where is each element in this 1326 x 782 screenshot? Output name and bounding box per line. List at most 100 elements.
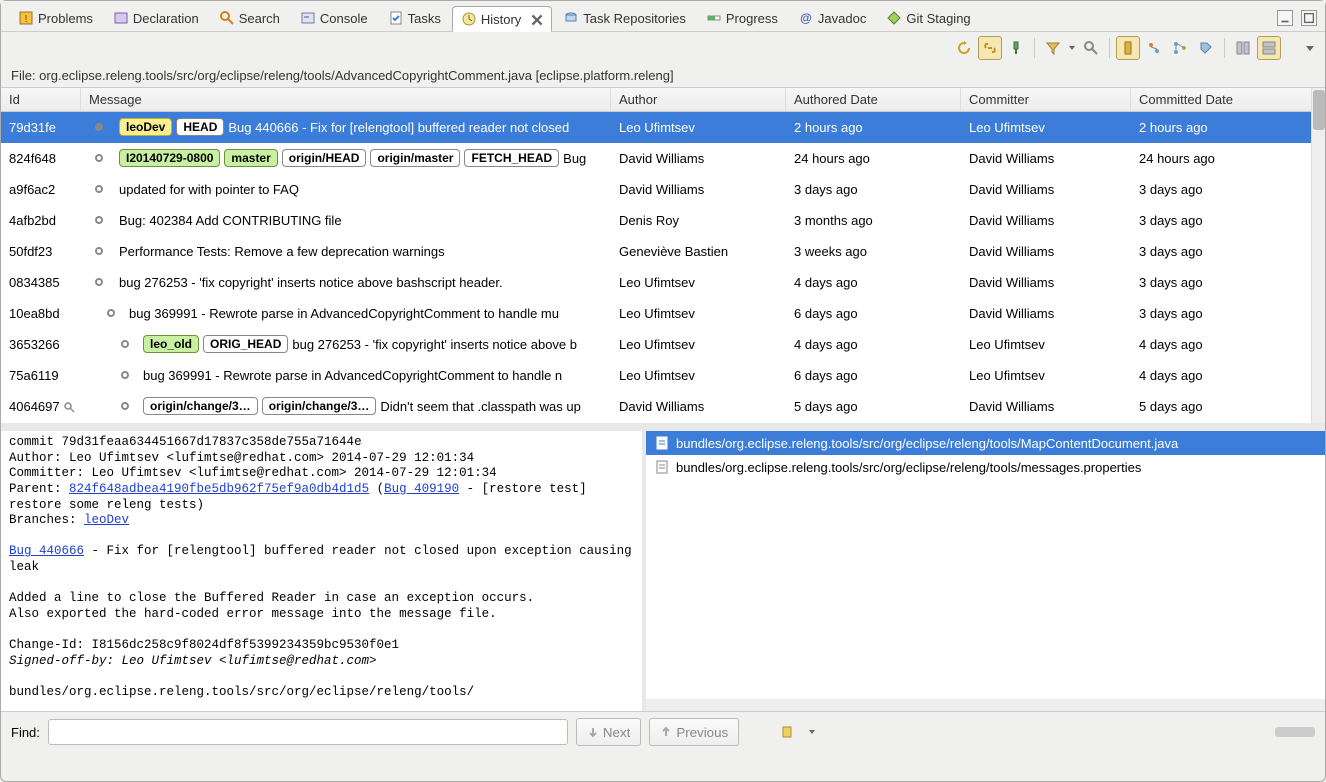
- ref-tag[interactable]: origin/HEAD: [282, 149, 367, 167]
- cell-committer: David Williams: [961, 399, 1131, 414]
- ref-tag[interactable]: leoDev: [119, 118, 172, 136]
- commit-id: 4afb2bd: [1, 213, 81, 228]
- find-input[interactable]: [48, 719, 568, 745]
- show-all-branches-button[interactable]: [1116, 36, 1140, 60]
- cell-committer: Leo Ufimtsev: [961, 368, 1131, 383]
- ref-tag[interactable]: HEAD: [176, 118, 224, 136]
- show-tags-button[interactable]: [1194, 36, 1218, 60]
- table-row[interactable]: 3653266leo_oldORIG_HEAD bug 276253 - 'fi…: [1, 329, 1325, 360]
- cell-adate: 3 months ago: [786, 213, 961, 228]
- cell-author: David Williams: [611, 182, 786, 197]
- compare-mode-button[interactable]: [1142, 36, 1166, 60]
- tab-tasks[interactable]: Tasks: [379, 5, 450, 31]
- changed-files-list: bundles/org.eclipse.releng.tools/src/org…: [646, 431, 1325, 711]
- commit-id: 0834385: [1, 275, 81, 290]
- console-icon: [300, 10, 316, 26]
- col-id[interactable]: Id: [1, 88, 81, 111]
- col-committed-date[interactable]: Committed Date: [1131, 88, 1325, 111]
- col-author[interactable]: Author: [611, 88, 786, 111]
- tab-progress[interactable]: Progress: [697, 5, 787, 31]
- tab-declaration[interactable]: Declaration: [104, 5, 208, 31]
- maximize-view-button[interactable]: [1301, 10, 1317, 26]
- table-row[interactable]: 4afb2bd Bug: 402384 Add CONTRIBUTING fil…: [1, 205, 1325, 236]
- cell-author: Leo Ufimtsev: [611, 275, 786, 290]
- pin-button[interactable]: [1004, 36, 1028, 60]
- tab-history[interactable]: History: [452, 6, 552, 32]
- commit-message-cell: updated for with pointer to FAQ: [81, 182, 611, 197]
- table-row[interactable]: a9f6ac2 updated for with pointer to FAQD…: [1, 174, 1325, 205]
- commit-detail[interactable]: commit 79d31feaa634451667d17837c358de755…: [1, 431, 646, 711]
- commit-message-cell: Performance Tests: Remove a few deprecat…: [81, 244, 611, 259]
- show-branches-button[interactable]: [1168, 36, 1192, 60]
- changed-file-row[interactable]: bundles/org.eclipse.releng.tools/src/org…: [646, 455, 1325, 479]
- changed-file-row[interactable]: bundles/org.eclipse.releng.tools/src/org…: [646, 431, 1325, 455]
- commit-message-cell: I20140729-0800master origin/HEADorigin/ma…: [81, 149, 611, 167]
- find-next-button[interactable]: Next: [576, 718, 641, 746]
- tab-label: Tasks: [408, 11, 441, 26]
- toolbar-extra-dropdown[interactable]: [807, 720, 817, 744]
- commit-message: updated for with pointer to FAQ: [119, 182, 299, 197]
- minimize-view-button[interactable]: [1277, 10, 1293, 26]
- ref-tag[interactable]: master: [224, 149, 277, 167]
- table-row[interactable]: 10ea8bd bug 369991 - Rewrote parse in Ad…: [1, 298, 1325, 329]
- tab-task-repositories[interactable]: Task Repositories: [554, 5, 695, 31]
- cell-committer: David Williams: [961, 151, 1131, 166]
- tab-console[interactable]: Console: [291, 5, 377, 31]
- ref-tag[interactable]: origin/change/3…: [143, 397, 258, 415]
- parent-bug-link[interactable]: Bug 409190: [384, 482, 459, 496]
- bug-link[interactable]: Bug 440666: [9, 544, 84, 558]
- layout-vertical-button[interactable]: [1231, 36, 1255, 60]
- ref-tag[interactable]: I20140729-0800: [119, 149, 220, 167]
- table-row[interactable]: 824f648 I20140729-0800master origin/HEADor…: [1, 143, 1325, 174]
- ref-tag[interactable]: leo_old: [143, 335, 199, 353]
- tab-git-staging[interactable]: Git Staging: [877, 5, 979, 31]
- filter-button[interactable]: [1041, 36, 1065, 60]
- commit-id: 3653266: [1, 337, 81, 352]
- refresh-button[interactable]: [952, 36, 976, 60]
- branch-link[interactable]: leoDev: [84, 513, 129, 527]
- cell-cdate: 3 days ago: [1131, 244, 1325, 259]
- toolbar-extra-button[interactable]: [775, 720, 799, 744]
- tab-problems[interactable]: !Problems: [9, 5, 102, 31]
- table-row[interactable]: 75a6119 bug 369991 - Rewrote parse in Ad…: [1, 360, 1325, 391]
- ref-tag[interactable]: origin/change/3…: [262, 397, 377, 415]
- close-icon[interactable]: [529, 12, 543, 26]
- file-path: org.eclipse.releng.tools/src/org/eclipse…: [39, 68, 673, 83]
- col-committer[interactable]: Committer: [961, 88, 1131, 111]
- ref-tag[interactable]: origin/master: [370, 149, 460, 167]
- cell-adate: 2 hours ago: [786, 120, 961, 135]
- layout-horizontal-button[interactable]: [1257, 36, 1281, 60]
- filter-dropdown[interactable]: [1067, 36, 1077, 60]
- cell-adate: 5 days ago: [786, 399, 961, 414]
- view-tabs: !Problems Declaration Search Console Tas…: [1, 1, 1325, 32]
- ref-tag[interactable]: ORIG_HEAD: [203, 335, 288, 353]
- table-body[interactable]: 79d31feleoDevHEAD Bug 440666 - Fix for […: [1, 112, 1325, 421]
- table-row[interactable]: 4064697 origin/change/3…origin/change/3……: [1, 391, 1325, 421]
- find-previous-button[interactable]: Previous: [649, 718, 739, 746]
- commit-id: 824f648: [1, 151, 81, 166]
- resize-grip[interactable]: [1275, 727, 1315, 737]
- cell-adate: 6 days ago: [786, 306, 961, 321]
- table-header: Id Message Author Authored Date Committe…: [1, 88, 1325, 112]
- vertical-scrollbar[interactable]: [1311, 88, 1325, 423]
- table-row[interactable]: 0834385 bug 276253 - 'fix copyright' ins…: [1, 267, 1325, 298]
- commit-id: 50fdf23: [1, 244, 81, 259]
- cell-committer: Leo Ufimtsev: [961, 120, 1131, 135]
- view-menu[interactable]: [1305, 36, 1315, 60]
- table-row[interactable]: 79d31feleoDevHEAD Bug 440666 - Fix for […: [1, 112, 1325, 143]
- link-selection-button[interactable]: [978, 36, 1002, 60]
- cell-cdate: 24 hours ago: [1131, 151, 1325, 166]
- table-row[interactable]: 50fdf23 Performance Tests: Remove a few …: [1, 236, 1325, 267]
- ref-tag[interactable]: FETCH_HEAD: [464, 149, 559, 167]
- tab-javadoc[interactable]: @ Javadoc: [789, 5, 875, 31]
- horizontal-scrollbar[interactable]: [646, 699, 1325, 711]
- svg-text:@: @: [800, 11, 812, 25]
- parent-link[interactable]: 824f648adbea4190fbe5db962f75ef9a0db4d1d5: [69, 482, 369, 496]
- cell-committer: David Williams: [961, 306, 1131, 321]
- tab-search[interactable]: Search: [210, 5, 289, 31]
- col-message[interactable]: Message: [81, 88, 611, 111]
- col-authored-date[interactable]: Authored Date: [786, 88, 961, 111]
- horizontal-splitter[interactable]: [1, 423, 1325, 431]
- find-button[interactable]: [1079, 36, 1103, 60]
- tab-label: Javadoc: [818, 11, 866, 26]
